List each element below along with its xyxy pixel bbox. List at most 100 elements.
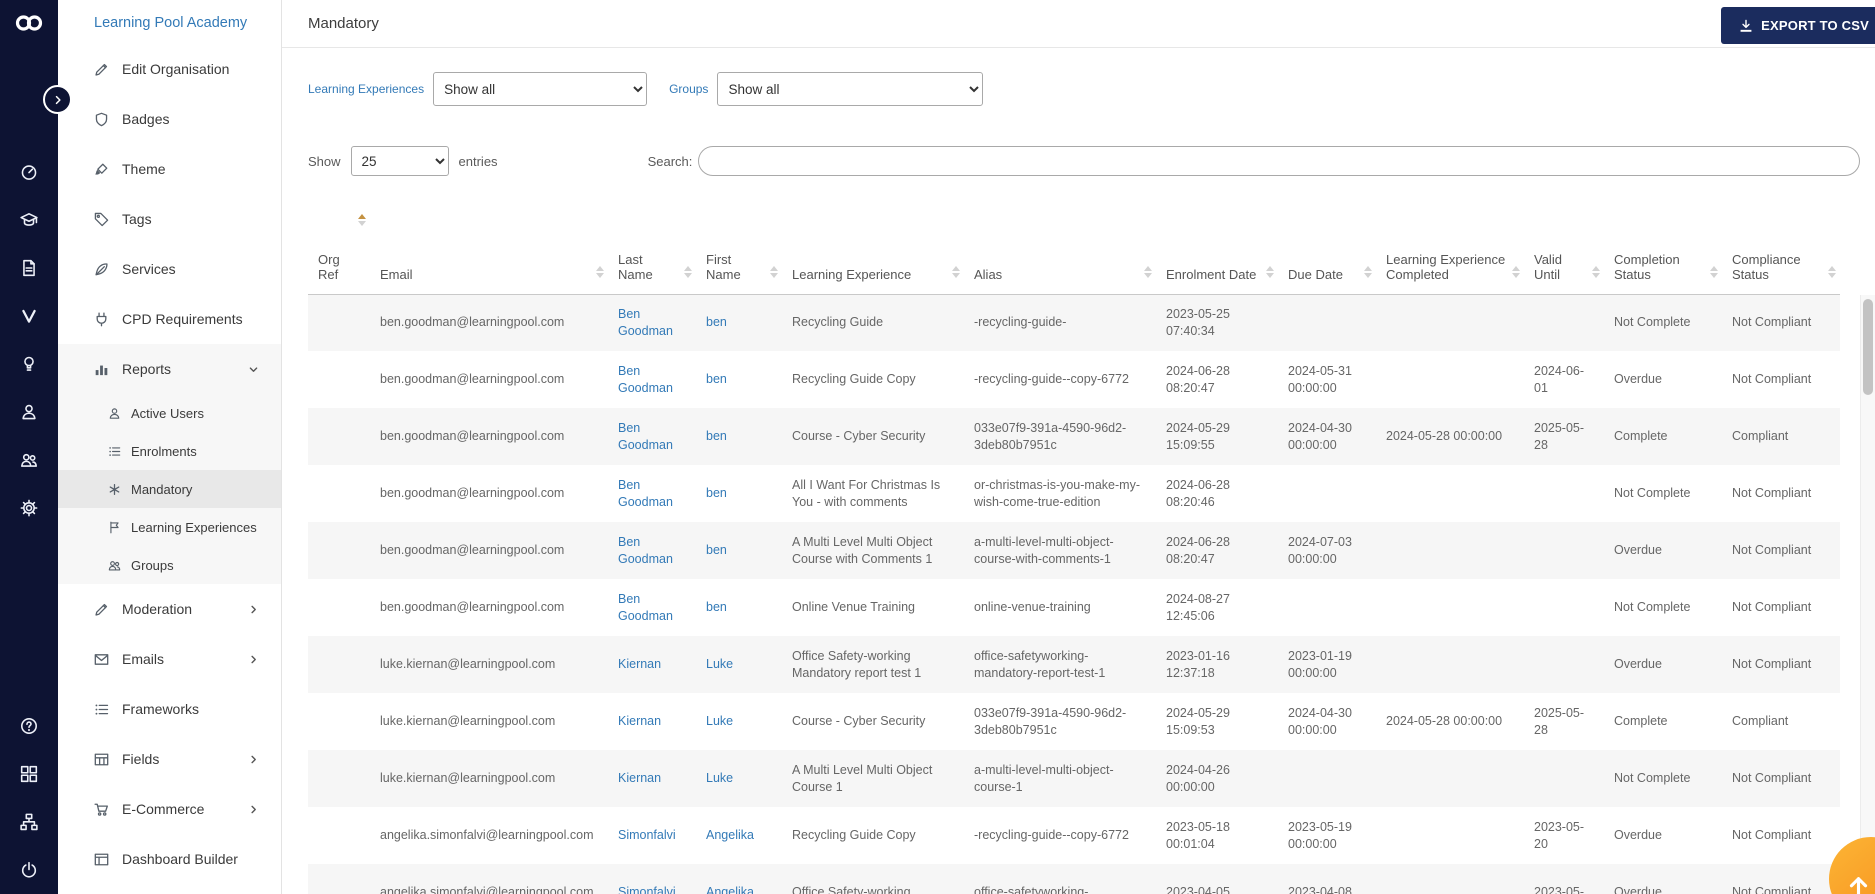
org-title-link[interactable]: Learning Pool Academy [58,0,281,44]
column-header-compliance-status[interactable]: Compliance Status [1722,202,1840,295]
column-header-org-ref[interactable]: Org Ref [308,202,370,295]
sidebar-item-reports[interactable]: Reports [58,344,281,394]
table-cell: Ben Goodman [608,465,696,522]
sidebar-item-dashboard-builder[interactable]: Dashboard Builder [58,834,281,884]
last-name-link[interactable]: Ben Goodman [618,364,673,395]
table-body: ben.goodman@learningpool.com Ben Goodman b… [308,294,1840,894]
last-name-link[interactable]: Simonfalvi [618,828,676,842]
rail-sitemap-button[interactable] [5,798,53,846]
first-name-link[interactable]: ben [706,429,727,443]
entries-per-page-select[interactable]: 25 [350,146,449,176]
sidebar-item-cpd-requirements[interactable]: CPD Requirements [58,294,281,344]
topbar: Mandatory EXPORT TO CSV [282,0,1875,48]
sidebar-subitem-mandatory[interactable]: Mandatory [58,470,281,508]
column-header-valid-until[interactable]: Valid Until [1524,202,1604,295]
sidebar-item-fields[interactable]: Fields [58,734,281,784]
first-name-link[interactable]: ben [706,543,727,557]
column-header-alias[interactable]: Alias [964,202,1156,295]
table-cell: angelika.simonfalvi@learningpool.com [380,885,594,894]
sort-carets-icon [1512,265,1520,278]
table-cell: Not Compliant [1732,771,1812,786]
vertical-scrollbar[interactable] [1860,295,1875,894]
rail-person-button[interactable] [5,388,53,436]
grad-cap-icon [20,211,38,229]
learning-pool-logo-icon[interactable] [14,10,44,36]
table-cell: Compliant [1732,429,1789,444]
column-header-enrolment-date[interactable]: Enrolment Date [1156,202,1278,295]
table-cell: 2024-08-27 12:45:06 [1166,591,1230,623]
table-cell: ben [696,351,782,408]
last-name-link[interactable]: Kiernan [618,714,661,728]
column-header-learning-experience-completed[interactable]: Learning Experience Completed [1376,202,1524,295]
learning-experiences-filter-select[interactable]: Show all [433,72,648,106]
sort-carets-icon [1592,265,1600,278]
rail-grad-cap-button[interactable] [5,196,53,244]
sidebar-item-emails[interactable]: Emails [58,634,281,684]
sidebar-item-edit-organisation[interactable]: Edit Organisation [58,44,281,94]
first-name-link[interactable]: Luke [706,771,733,785]
chart-icon [94,362,109,377]
sidebar-item-tags[interactable]: Tags [58,194,281,244]
first-name-link[interactable]: Luke [706,714,733,728]
column-header-due-date[interactable]: Due Date [1278,202,1376,295]
sidebar-item-e-commerce[interactable]: E-Commerce [58,784,281,834]
table-cell: Course - Cyber Security [792,714,926,729]
rail-question-button[interactable] [5,702,53,750]
sidebar-subitem-active-users[interactable]: Active Users [58,394,281,432]
last-name-link[interactable]: Ben Goodman [618,307,673,338]
last-name-link[interactable]: Ben Goodman [618,535,673,566]
last-name-link[interactable]: Simonfalvi [618,885,676,894]
rail-speedometer-button[interactable] [5,148,53,196]
rail-gear-button[interactable] [5,484,53,532]
first-name-link[interactable]: Angelika [706,828,754,842]
first-name-link[interactable]: Angelika [706,885,754,894]
scrollbar-thumb[interactable] [1863,299,1873,395]
sidebar-subitem-learning-experiences[interactable]: Learning Experiences [58,508,281,546]
first-name-link[interactable]: ben [706,315,727,329]
first-name-link[interactable]: Luke [706,657,733,671]
column-header-email[interactable]: Email [370,202,608,295]
search-input[interactable] [698,146,1860,176]
rail-check-button[interactable] [5,292,53,340]
first-name-link[interactable]: ben [706,600,727,614]
table-cell: A Multi Level Multi Object Course with C… [792,534,933,566]
table-cell: Angelika [696,864,782,894]
last-name-link[interactable]: Ben Goodman [618,478,673,509]
table-cell: Not Compliant [1732,657,1812,672]
sidebar-subitem-enrolments[interactable]: Enrolments [58,432,281,470]
table-cell: online-venue-training [974,600,1091,615]
table-cell: 2023-04-05 [1166,885,1230,894]
table-cell [1524,579,1604,636]
export-to-csv-button[interactable]: EXPORT TO CSV [1721,7,1875,44]
column-header-first-name[interactable]: First Name [696,202,782,295]
table-cell: Recycling Guide Copy [792,828,916,843]
last-name-link[interactable]: Ben Goodman [618,421,673,452]
column-header-learning-experience[interactable]: Learning Experience [782,202,964,295]
rail-file-button[interactable] [5,244,53,292]
sidebar-item-frameworks[interactable]: Frameworks [58,684,281,734]
check-icon [20,307,38,325]
search-wrap: Search: [648,146,1875,176]
people-icon [20,451,38,469]
groups-filter-select[interactable]: Show all [717,72,984,106]
sidebar-item-theme[interactable]: Theme [58,144,281,194]
last-name-link[interactable]: Kiernan [618,657,661,671]
rail-power-button[interactable] [5,846,53,894]
first-name-link[interactable]: ben [706,486,727,500]
sidebar-item-badges[interactable]: Badges [58,94,281,144]
sidebar-subitem-groups[interactable]: Groups [58,546,281,584]
column-header-completion-status[interactable]: Completion Status [1604,202,1722,295]
last-name-link[interactable]: Ben Goodman [618,592,673,623]
first-name-link[interactable]: ben [706,372,727,386]
rail-grid-button[interactable] [5,750,53,798]
sidebar-item-moderation[interactable]: Moderation [58,584,281,634]
table-cell: 2023-05-20 [1534,819,1585,851]
sidebar-collapse-toggle[interactable] [43,85,72,114]
last-name-link[interactable]: Kiernan [618,771,661,785]
rail-people-button[interactable] [5,436,53,484]
rail-lightbulb-button[interactable] [5,340,53,388]
table-row: luke.kiernan@learningpool.com Kiernan Luke… [308,636,1840,693]
table-cell [1524,465,1604,522]
column-header-last-name[interactable]: Last Name [608,202,696,295]
sidebar-item-services[interactable]: Services [58,244,281,294]
